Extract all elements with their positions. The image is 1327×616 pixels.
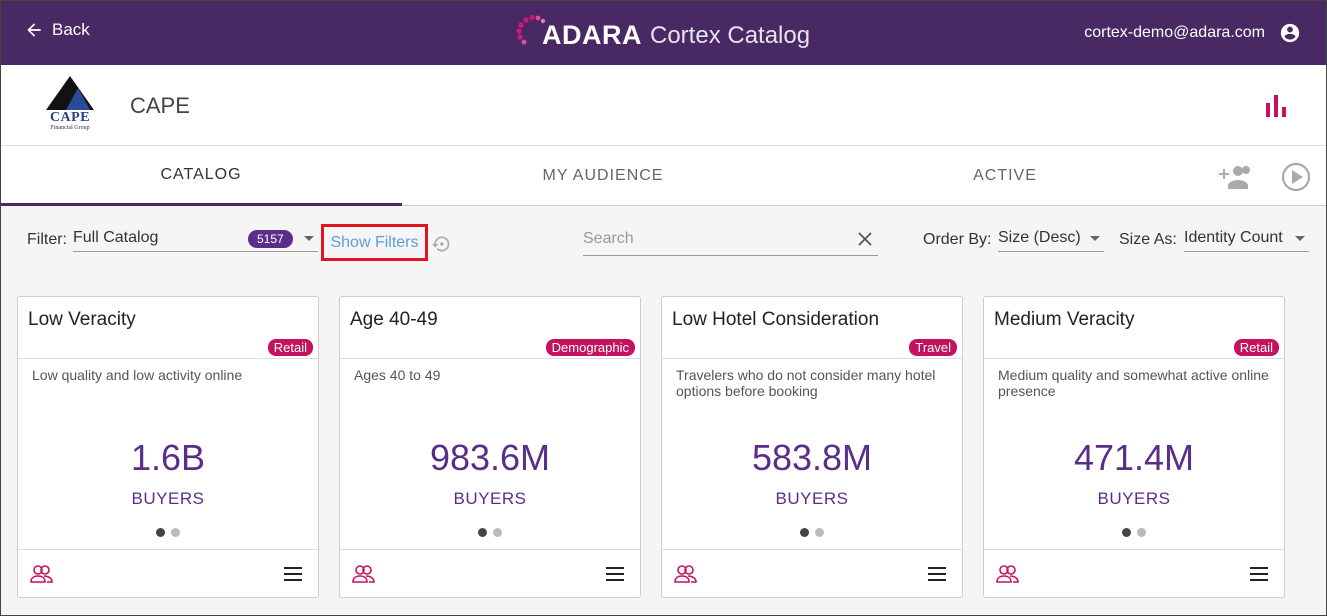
tab-catalog[interactable]: CATALOG xyxy=(0,146,402,206)
back-button[interactable]: Back xyxy=(24,20,90,40)
bar-chart-icon[interactable] xyxy=(1265,95,1287,117)
catalog-count-badge: 5157 xyxy=(248,230,293,248)
company-name: CAPE xyxy=(130,93,190,118)
logo-sub: Financial Group xyxy=(50,125,90,131)
card-description: Medium quality and somewhat active onlin… xyxy=(998,367,1269,399)
menu-icon[interactable] xyxy=(606,567,624,581)
carousel-dot[interactable] xyxy=(800,528,809,537)
audience-icon[interactable] xyxy=(996,564,1020,584)
card-value: 583.8M xyxy=(751,437,873,478)
audience-card[interactable]: Age 40-49 Demographic Ages 40 to 49 983.… xyxy=(339,296,641,598)
brand-logo: ADARA Cortex Catalog xyxy=(516,12,810,51)
carousel-dot[interactable] xyxy=(478,528,487,537)
card-unit: BUYERS xyxy=(453,489,527,508)
carousel-dots xyxy=(984,528,1284,537)
back-label: Back xyxy=(52,20,90,39)
category-tag: Travel xyxy=(909,339,957,356)
top-bar: Back ADARA Cortex Catalog cortex-demo@ad… xyxy=(0,0,1327,65)
audience-icon[interactable] xyxy=(30,564,54,584)
show-filters-link[interactable]: Show Filters xyxy=(321,224,428,261)
audience-card[interactable]: Medium Veracity Retail Medium quality an… xyxy=(983,296,1285,598)
add-group-icon[interactable] xyxy=(1218,162,1252,192)
size-value: Identity Count xyxy=(1184,228,1283,246)
card-title: Low Hotel Consideration xyxy=(672,309,880,330)
tab-bar: CATALOG MY AUDIENCE ACTIVE xyxy=(0,146,1327,206)
audience-icon[interactable] xyxy=(352,564,376,584)
tab-my-audience[interactable]: MY AUDIENCE xyxy=(402,146,804,206)
card-unit: BUYERS xyxy=(775,489,849,508)
filter-value: Full Catalog xyxy=(73,228,159,246)
size-select[interactable]: Identity Count xyxy=(1184,224,1309,252)
carousel-dot[interactable] xyxy=(1122,528,1131,537)
reset-history-icon[interactable] xyxy=(431,234,451,254)
order-select[interactable]: Size (Desc) xyxy=(998,224,1104,252)
search-input[interactable] xyxy=(583,224,843,254)
card-unit: BUYERS xyxy=(131,489,205,508)
arrow-left-icon xyxy=(27,23,41,37)
brand-name: ADARA xyxy=(542,20,642,50)
carousel-dot[interactable] xyxy=(815,528,824,537)
menu-icon[interactable] xyxy=(284,567,302,581)
card-unit: BUYERS xyxy=(1097,489,1171,508)
category-tag: Retail xyxy=(267,339,313,356)
chevron-down-icon xyxy=(304,236,314,241)
menu-icon[interactable] xyxy=(928,567,946,581)
product-name: Cortex Catalog xyxy=(650,22,811,49)
card-title: Age 40-49 xyxy=(350,309,438,330)
card-value: 471.4M xyxy=(1073,437,1195,478)
card-description: Low quality and low activity online xyxy=(32,367,243,383)
audience-icon[interactable] xyxy=(674,564,698,584)
carousel-dot[interactable] xyxy=(493,528,502,537)
card-title: Medium Veracity xyxy=(994,309,1135,330)
company-logo: CAPE Financial Group xyxy=(44,76,96,132)
tab-active[interactable]: ACTIVE xyxy=(804,146,1206,206)
category-tag: Retail xyxy=(1233,339,1279,356)
card-value: 983.6M xyxy=(429,437,551,478)
carousel-dots xyxy=(18,528,318,537)
size-label: Size As: xyxy=(1119,231,1177,248)
chevron-down-icon xyxy=(1090,236,1100,241)
audience-card[interactable]: Low Hotel Consideration Travel Travelers… xyxy=(661,296,963,598)
card-description: Ages 40 to 49 xyxy=(354,367,441,383)
filter-label: Filter: xyxy=(27,231,67,248)
user-menu[interactable]: cortex-demo@adara.com xyxy=(1084,22,1301,44)
audience-card[interactable]: Low Veracity Retail Low quality and low … xyxy=(17,296,319,598)
order-value: Size (Desc) xyxy=(998,228,1081,246)
card-description: Travelers who do not consider many hotel… xyxy=(676,367,936,399)
user-email: cortex-demo@adara.com xyxy=(1084,24,1265,41)
category-tag: Demographic xyxy=(545,339,635,356)
chevron-down-icon xyxy=(1295,236,1305,241)
close-icon[interactable] xyxy=(858,232,872,246)
filter-row: Filter: Full Catalog 5157 Show Filters O… xyxy=(0,206,1327,278)
play-circle-icon[interactable] xyxy=(1280,162,1314,192)
search-box xyxy=(583,224,878,256)
order-label: Order By: xyxy=(923,231,992,248)
account-circle-icon[interactable] xyxy=(1279,22,1301,44)
brand-dots-icon xyxy=(516,14,546,44)
company-header: CAPE Financial Group CAPE xyxy=(0,65,1327,146)
logo-name: CAPE xyxy=(49,110,91,125)
carousel-dot[interactable] xyxy=(171,528,180,537)
carousel-dot[interactable] xyxy=(156,528,165,537)
card-value: 1.6B xyxy=(130,437,206,478)
carousel-dot[interactable] xyxy=(1137,528,1146,537)
carousel-dots xyxy=(662,528,962,537)
menu-icon[interactable] xyxy=(1250,567,1268,581)
card-title: Low Veracity xyxy=(28,309,136,330)
carousel-dots xyxy=(340,528,640,537)
